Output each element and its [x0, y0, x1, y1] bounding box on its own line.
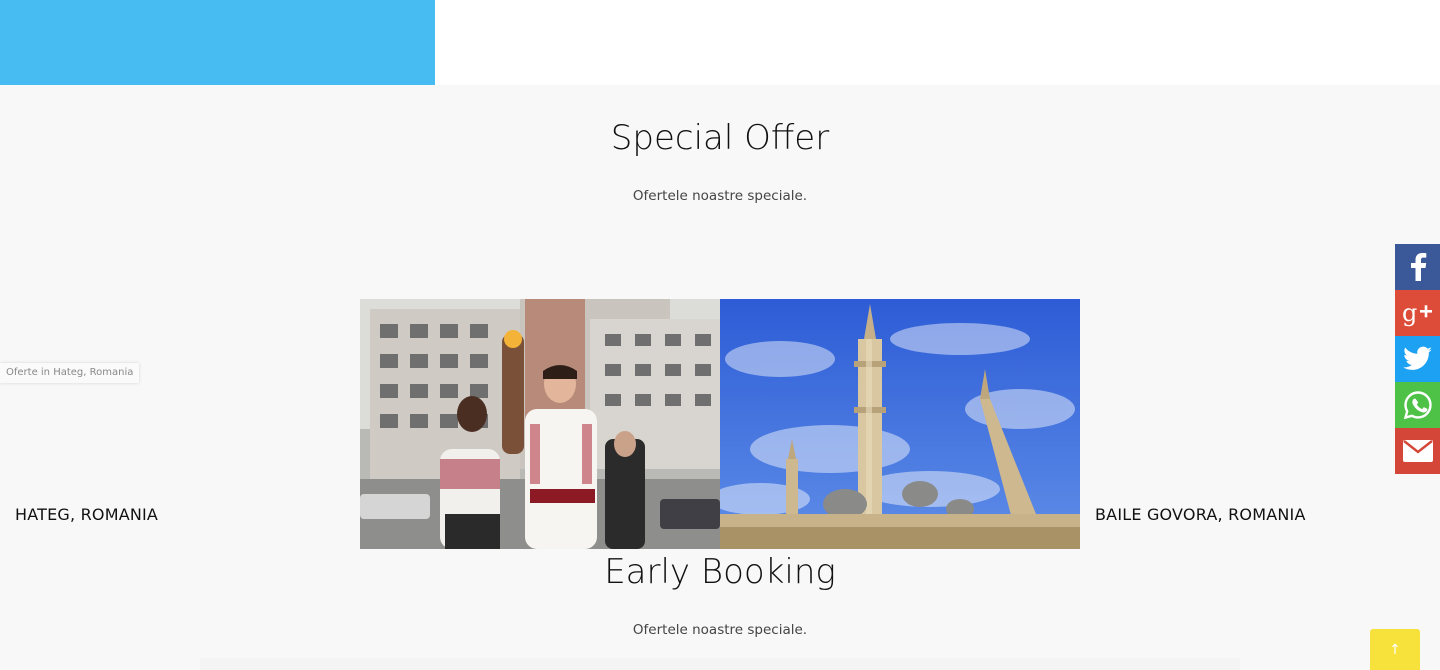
email-icon [1402, 440, 1433, 462]
whatsapp-share-button[interactable] [1395, 382, 1440, 428]
mosque-minarets-photo [720, 299, 1080, 549]
top-bar [0, 0, 1440, 85]
arrow-up-icon: ↑ [1389, 641, 1401, 658]
carousel-tooltip: Oferte in Hateg, Romania [0, 363, 140, 383]
carousel-label-left[interactable]: HATEG, ROMANIA [15, 505, 158, 524]
google-plus-share-button[interactable]: g [1395, 290, 1440, 336]
section-title-early-booking: Early Booking [604, 552, 836, 592]
whatsapp-icon [1403, 391, 1432, 420]
city-street-parade-photo [360, 299, 720, 549]
svg-text:g: g [1402, 299, 1417, 327]
scroll-to-top-button[interactable]: ↑ [1370, 629, 1420, 670]
email-share-button[interactable] [1395, 428, 1440, 474]
section-subtitle-special-offer: Ofertele noastre speciale. [632, 188, 808, 204]
brand-block[interactable] [0, 0, 435, 85]
section-title-special-offer: Special Offer [610, 118, 830, 158]
social-share-bar: g [1395, 244, 1440, 474]
twitter-icon [1402, 346, 1432, 370]
facebook-share-button[interactable] [1395, 244, 1440, 290]
section-bottom-strip [200, 658, 1240, 670]
twitter-share-button[interactable] [1395, 336, 1440, 382]
carousel-photo-hateg[interactable] [360, 299, 720, 549]
section-subtitle-early-booking: Ofertele noastre speciale. [632, 622, 808, 638]
carousel-label-right[interactable]: BAILE GOVORA, ROMANIA [1095, 505, 1306, 524]
carousel-photo-govora[interactable] [720, 299, 1080, 549]
google-plus-icon: g [1402, 299, 1432, 327]
facebook-icon [1410, 253, 1426, 281]
